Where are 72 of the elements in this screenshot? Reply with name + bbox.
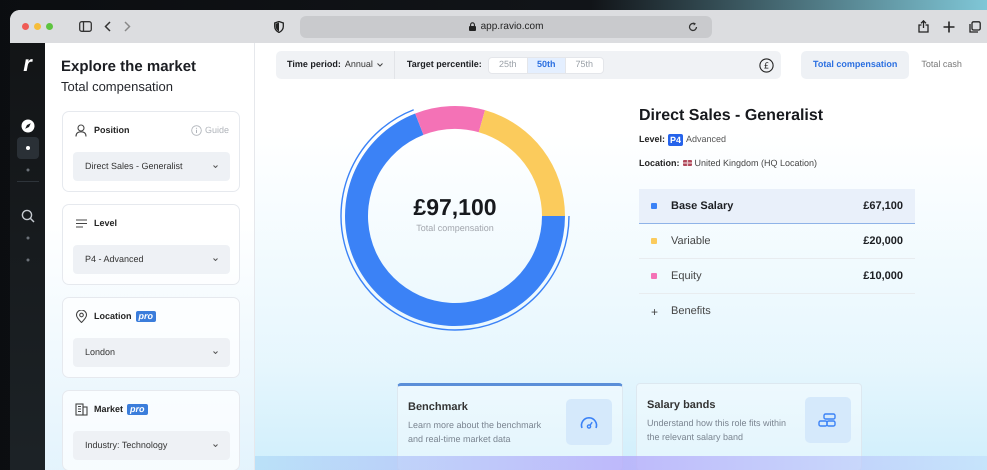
location-label: Location: [639,156,680,170]
forward-icon[interactable] [124,21,131,32]
percentile-option[interactable]: 50th [526,58,565,72]
chevron-down-icon [213,444,218,447]
sidebar-toggle-icon[interactable] [79,21,92,32]
card-title: Benchmark [408,400,469,415]
filter-dropdown[interactable]: Direct Sales - Generalist [73,152,230,181]
location-pin-icon [75,310,88,323]
dot-icon [26,258,30,262]
level-badge: P4 [668,134,684,146]
component-name: Equity [671,268,702,284]
address-bar[interactable]: app.ravio.com [300,16,712,38]
building-icon [75,403,88,416]
tabs-overview-icon[interactable] [969,20,981,32]
lines-icon [75,217,88,230]
total-label: Total compensation [416,222,494,236]
pro-badge: pro [127,404,148,415]
back-icon[interactable] [104,21,111,32]
page-title: Explore the market [61,57,198,77]
total-amount: £97,100 [413,193,497,222]
location-value: United Kingdom (HQ Location) [694,156,818,170]
page-subtitle: Total compensation [61,78,174,96]
compensation-row[interactable]: Variable £20,000 [639,224,915,259]
filter-label: Market [94,402,124,416]
info-icon [190,125,202,136]
view-tab[interactable]: Total cash [909,51,974,79]
search-icon [20,209,34,223]
benefits-row[interactable]: + Benefits [639,294,915,329]
chevron-down-icon [376,63,383,67]
filter-label: Location [94,310,132,323]
app-logo[interactable]: r [23,53,32,75]
component-amount: £10,000 [863,268,903,284]
percentile-label: Target percentile: [406,58,482,72]
gauge-icon [579,414,599,430]
time-period-dropdown[interactable]: Time period: Annual [276,51,395,79]
reload-icon[interactable] [688,22,698,32]
level-label: Level: [639,133,666,146]
component-name: Variable [671,234,711,249]
chevron-down-icon [213,165,218,168]
filter-label: Position [94,124,130,137]
dot-icon [26,168,30,172]
compensation-row[interactable]: Base Salary £67,100 [639,189,915,224]
level-name: Advanced [686,133,726,146]
filter-dropdown[interactable]: P4 - Advanced [73,245,230,274]
component-name: Base Salary [671,198,734,214]
compensation-row[interactable]: Equity £10,000 [639,259,915,294]
blocks-icon [818,412,838,428]
nav-item[interactable] [16,137,38,159]
card-description: Learn more about the benchmark and real-time market data [408,418,542,446]
card-title: Salary bands [647,398,716,413]
component-amount: £67,100 [863,198,903,214]
role-title: Direct Sales - Generalist [639,106,824,126]
dot-icon [26,146,30,150]
filter-dropdown[interactable]: London [73,338,230,367]
chevron-down-icon [213,258,218,261]
view-tab[interactable]: Total compensation [801,51,910,79]
chevron-down-icon [213,351,218,354]
filter-dropdown[interactable]: Industry: Technology [73,431,230,460]
filter-label: Level [94,216,118,230]
shield-icon[interactable] [274,20,284,32]
url-text: app.ravio.com [480,20,544,34]
compass-icon [20,119,34,133]
dot-icon [26,236,30,240]
new-tab-icon[interactable] [943,20,955,32]
pro-badge: pro [136,311,156,322]
card-description: Understand how this role fits within the relevant salary band [647,416,788,444]
person-icon [75,124,88,137]
component-amount: £20,000 [863,234,903,249]
currency-icon[interactable]: £ [759,58,774,72]
lock-icon [468,22,476,31]
flag-icon [682,160,692,166]
share-icon[interactable] [918,20,929,33]
